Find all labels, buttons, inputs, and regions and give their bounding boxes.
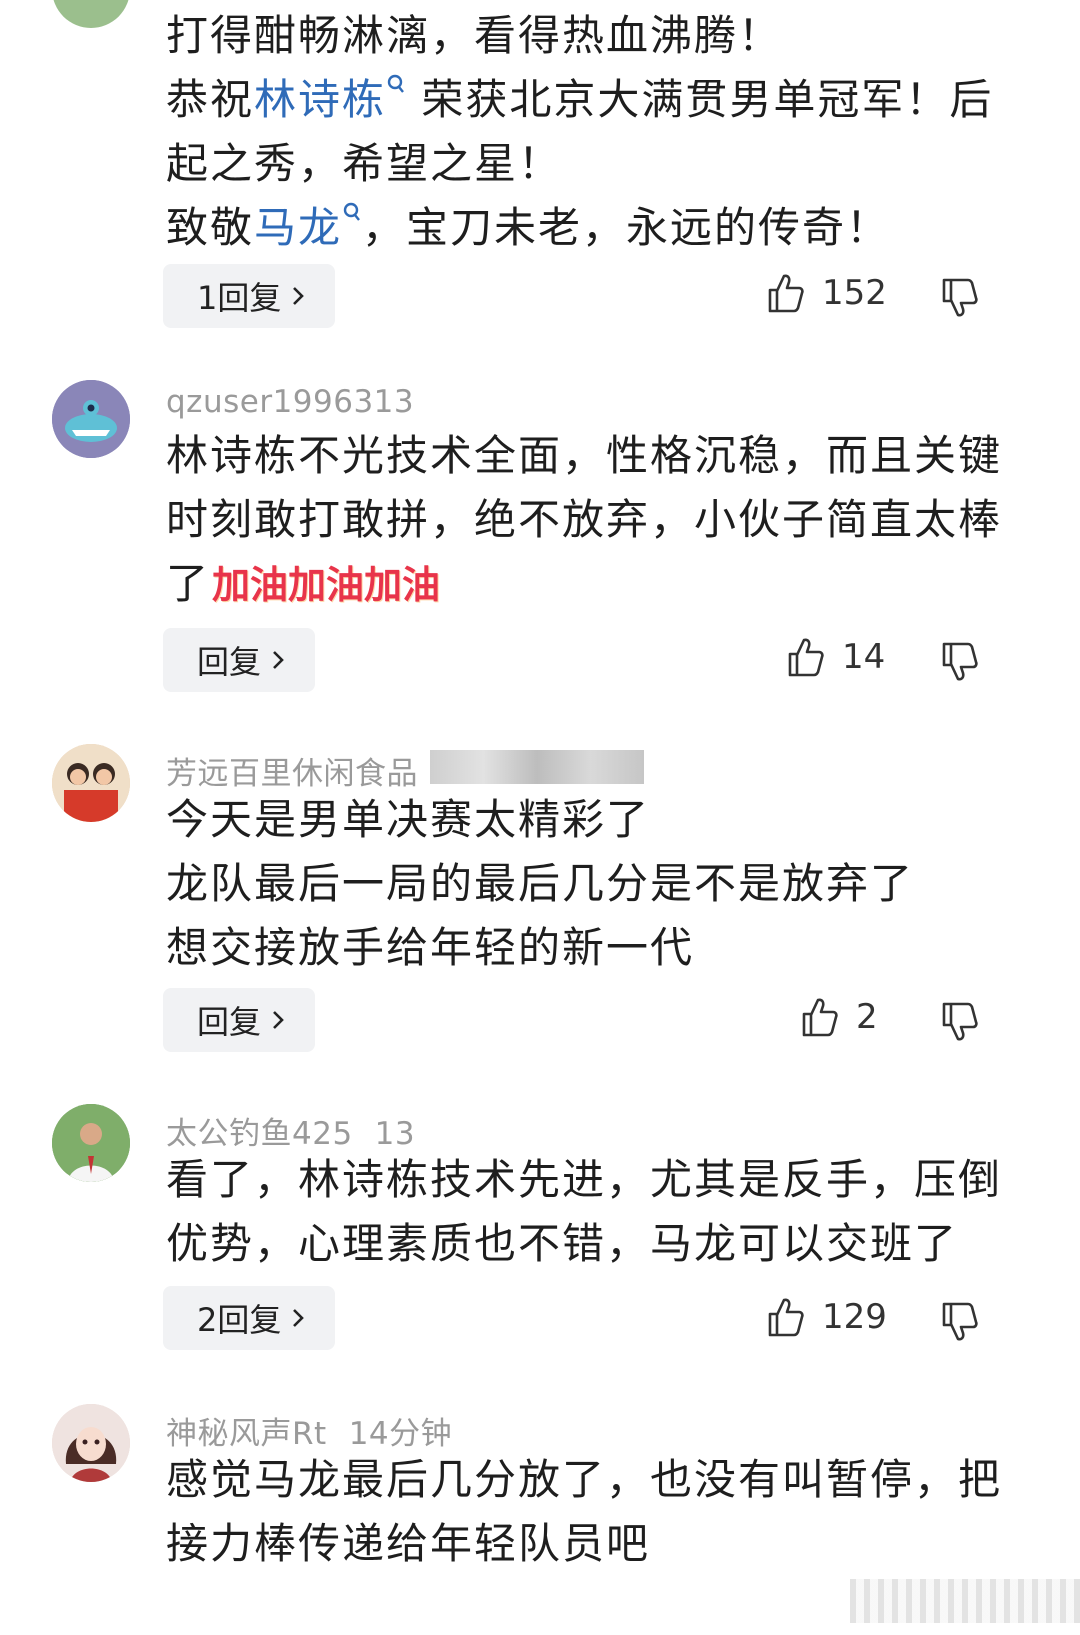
avatar-image xyxy=(52,380,130,458)
comment-line: 感觉马龙最后几分放了，也没有叫暂停，把 xyxy=(166,1455,1003,1504)
avatar-image xyxy=(52,1104,130,1182)
reply-label: 回复 xyxy=(197,643,262,681)
comment-line: 优势，心理素质也不错，马龙可以交班了 xyxy=(166,1219,959,1268)
comment-username[interactable]: 芳远百里休闲食品 xyxy=(166,748,418,793)
avatar[interactable] xyxy=(52,1404,130,1482)
like-count: 14 xyxy=(842,637,886,677)
thumbs-up-icon xyxy=(768,1298,804,1337)
comment-username[interactable]: 神秘风声Rt 14分钟 xyxy=(166,1408,452,1453)
like-button[interactable]: 152 xyxy=(766,272,887,314)
like-count: 2 xyxy=(856,997,878,1037)
avatar-image xyxy=(52,1404,130,1482)
reply-label: 2回复 xyxy=(197,1301,282,1339)
like-button[interactable]: 14 xyxy=(786,636,885,678)
thumbs-up-icon xyxy=(768,274,804,313)
comment-username[interactable]: 太公钓鱼425 13 xyxy=(166,1108,415,1153)
comment-line: 龙队最后一局的最后几分是不是放弃了 xyxy=(166,859,915,908)
avatar[interactable] xyxy=(52,0,130,28)
comment-line: 了加油加油加油 xyxy=(166,552,1016,617)
comment-username[interactable]: qzuser1996313 xyxy=(166,384,414,420)
like-count: 129 xyxy=(822,1297,887,1337)
thumbs-down-icon[interactable] xyxy=(940,1000,980,1042)
comment-line: 今天是男单决赛太精彩了 xyxy=(166,795,651,844)
reply-button[interactable]: 回复 xyxy=(163,628,316,692)
thumbs-up-icon xyxy=(802,998,838,1037)
chevron-right-icon xyxy=(273,651,284,669)
username: 神秘风声Rt xyxy=(166,1416,327,1452)
avatar[interactable] xyxy=(52,380,130,458)
comment-text: 今天是男单决赛太精彩了 龙队最后一局的最后几分是不是放弃了 想交接放手给年轻的新… xyxy=(166,788,1016,980)
redacted-region xyxy=(430,750,644,784)
thumbs-up-icon xyxy=(788,638,824,677)
reply-label: 1回复 xyxy=(197,279,282,317)
like-count: 152 xyxy=(822,273,887,313)
comment-line: 想交接放手给年轻的新一代 xyxy=(166,923,695,972)
chevron-right-icon xyxy=(293,287,305,305)
comment-line: 林诗栋不光技术全面，性格沉稳，而且关键 xyxy=(166,431,1003,480)
reply-button[interactable]: 1回复 xyxy=(163,264,336,328)
watermark-stripes xyxy=(850,1579,1080,1623)
comment-line: 恭祝林诗栋 荣获北京大满贯男单冠军！后 xyxy=(166,74,994,124)
comment-text: 打得酣畅淋漓，看得热血沸腾！ 恭祝林诗栋 荣获北京大满贯男单冠军！后 起之秀，希… xyxy=(166,4,1016,260)
username: qzuser1996313 xyxy=(166,384,415,420)
comment-line: 接力棒传递给年轻队员吧 xyxy=(166,1519,651,1568)
chevron-right-icon xyxy=(293,1309,305,1327)
comment-line: 时刻敢打敢拼，绝不放弃，小伙子简直太棒 xyxy=(166,495,1003,544)
username: 太公钓鱼425 xyxy=(166,1116,353,1152)
comment-text: 感觉马龙最后几分放了，也没有叫暂停，把 接力棒传递给年轻队员吧 xyxy=(166,1448,1016,1576)
comment-line: 起之秀，希望之星！ xyxy=(166,139,563,188)
cheer-emoji: 加油加油加油 xyxy=(212,563,441,607)
avatar[interactable] xyxy=(52,744,130,822)
search-icon xyxy=(387,74,404,93)
comment-time: 14分钟 xyxy=(348,1416,453,1452)
avatar-image xyxy=(52,744,130,822)
comment-line: 打得酣畅淋漓，看得热血沸腾！ xyxy=(166,11,783,60)
search-icon xyxy=(343,202,360,221)
reply-label: 回复 xyxy=(197,1003,262,1041)
thumbs-down-icon[interactable] xyxy=(940,640,980,682)
like-button[interactable]: 2 xyxy=(800,996,878,1038)
username: 芳远百里休闲食品 xyxy=(166,756,418,792)
mention-link[interactable]: 林诗栋 xyxy=(254,74,406,124)
comment-line: 致敬马龙 ，宝刀未老，永远的传奇！ xyxy=(166,202,891,252)
like-button[interactable]: 129 xyxy=(766,1296,887,1338)
thumbs-down-icon[interactable] xyxy=(940,1300,980,1342)
mention-link[interactable]: 马龙 xyxy=(254,202,362,252)
thumbs-down-icon[interactable] xyxy=(940,276,980,318)
comment-text: 看了，林诗栋技术先进，尤其是反手，压倒 优势，心理素质也不错，马龙可以交班了 xyxy=(166,1148,1016,1276)
reply-button[interactable]: 2回复 xyxy=(163,1286,336,1350)
comment-time: 13 xyxy=(374,1116,416,1152)
chevron-right-icon xyxy=(273,1011,284,1029)
avatar[interactable] xyxy=(52,1104,130,1182)
reply-button[interactable]: 回复 xyxy=(163,988,316,1052)
comment-line: 看了，林诗栋技术先进，尤其是反手，压倒 xyxy=(166,1155,1003,1204)
comment-text: 林诗栋不光技术全面，性格沉稳，而且关键 时刻敢打敢拼，绝不放弃，小伙子简直太棒 … xyxy=(166,424,1016,617)
